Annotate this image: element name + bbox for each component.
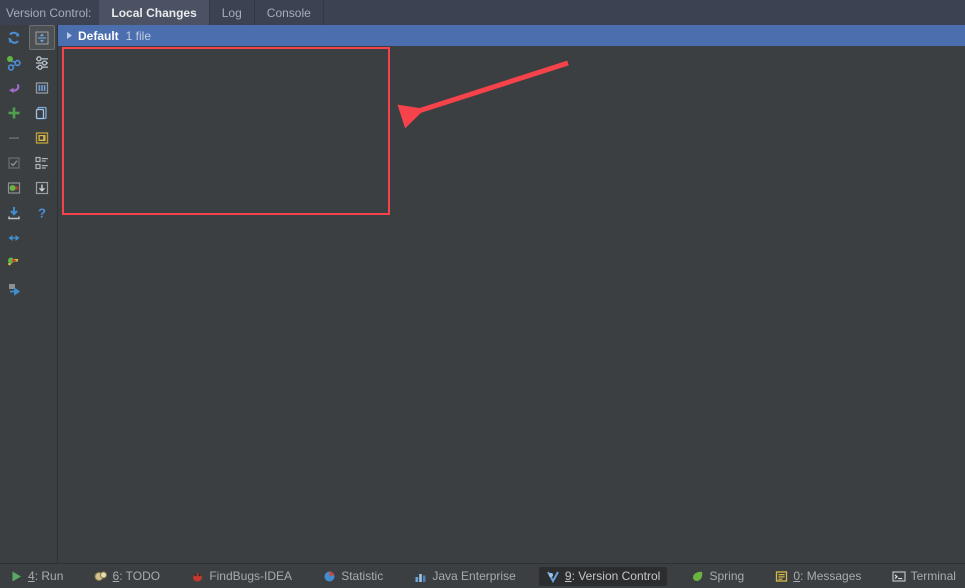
status-bar: 4 : Run 6 : TODO FindBugs-IDEA Statistic… [0,563,965,588]
update-project-icon[interactable] [1,200,27,225]
todo-icon [94,569,108,583]
status-bar-item-findbugs[interactable]: FindBugs-IDEA [183,567,299,586]
java-enterprise-icon [413,569,427,583]
toolbar-empty-slot [29,275,55,300]
status-bar-item-todo[interactable]: 6 : TODO [87,567,168,586]
status-bar-item-terminal[interactable]: Terminal [885,567,963,586]
toolbar-row: ? [0,200,57,225]
toolbar-row [0,250,57,275]
move-to-changelist-icon[interactable] [29,100,55,125]
status-bar-item-messages[interactable]: 0 : Messages [767,567,868,586]
tab-log[interactable]: Log [210,0,255,25]
toolbar-row [0,100,57,125]
collapse-expand-icon[interactable] [1,225,27,250]
tool-window-header: Version Control: Local Changes Log Conso… [0,0,965,25]
status-bar-mnemonic: 6 [112,569,120,583]
vcs-toolbar: ? [0,25,58,563]
refresh-icon[interactable] [1,25,27,50]
toolbar-empty-slot [29,250,55,275]
changelist-name: Default [78,28,119,43]
tab-log-label: Log [221,5,242,20]
delete-icon[interactable] [1,125,27,150]
changelist-row-default[interactable]: Default 1 file [58,25,965,46]
status-bar-item-spring[interactable]: Spring [684,567,752,586]
findbugs-icon [190,569,204,583]
chevron-right-icon[interactable] [62,25,76,46]
status-bar-label: : Run [34,569,64,583]
status-bar-label: Terminal [910,569,956,583]
show-diff-icon[interactable] [29,50,55,75]
toolbar-row [0,125,57,150]
status-bar-label: FindBugs-IDEA [209,569,293,583]
svg-text:?: ? [38,205,46,220]
changes-tree-empty-area[interactable] [58,46,965,563]
local-changes-panel: Default 1 file [58,25,965,563]
messages-icon [774,569,788,583]
version-control-icon [546,569,560,583]
version-control-tool-window: Version Control: Local Changes Log Conso… [0,0,965,588]
toolbar-row [0,25,57,50]
group-by-icon[interactable] [29,150,55,175]
changelist-conflict-icon[interactable] [1,250,27,275]
tab-console[interactable]: Console [255,0,324,25]
toolbar-row [0,150,57,175]
revert-icon[interactable] [1,75,27,100]
configure-icon[interactable] [29,175,55,200]
tab-local-changes-label: Local Changes [111,5,197,20]
tool-window-title: Version Control: [6,5,92,20]
shelve-icon[interactable] [29,75,55,100]
terminal-icon [891,569,906,583]
toolbar-row [0,50,57,75]
status-bar-mnemonic: 0 [793,569,801,583]
commit-changes-icon[interactable] [1,50,27,75]
status-bar-item-java-enterprise[interactable]: Java Enterprise [406,567,522,586]
add-icon[interactable] [1,100,27,125]
help-icon[interactable]: ? [29,200,55,225]
status-bar-label: Statistic [341,569,384,583]
status-bar-mnemonic: 9 [564,569,572,583]
tab-console-label: Console [266,5,311,20]
status-bar-label: Spring [709,569,745,583]
changelist-file-count: 1 file [125,28,152,43]
expand-collapse-icon[interactable] [29,25,55,50]
push-commits-icon[interactable] [1,275,27,300]
toolbar-row [0,275,57,300]
statistic-icon [322,569,336,583]
run-icon [9,569,23,583]
status-bar-item-run[interactable]: 4 : Run [2,567,70,586]
rollback-icon[interactable] [1,175,27,200]
edit-source-icon[interactable] [29,125,55,150]
status-bar-item-statistic[interactable]: Statistic [315,567,390,586]
set-active-icon[interactable] [1,150,27,175]
spring-icon [691,569,705,583]
tab-local-changes[interactable]: Local Changes [99,0,210,25]
toolbar-row [0,75,57,100]
header-filler [324,0,965,25]
status-bar-label: Java Enterprise [432,569,516,583]
status-bar-item-version-control[interactable]: 9 : Version Control [538,566,668,586]
toolbar-empty-slot [29,225,55,250]
toolbar-row [0,225,57,250]
status-bar-label: : TODO [119,569,161,583]
status-bar-label: : Version Control [571,569,661,583]
status-bar-label: : Messages [800,569,862,583]
toolbar-row [0,175,57,200]
status-bar-mnemonic: 4 [28,569,35,583]
